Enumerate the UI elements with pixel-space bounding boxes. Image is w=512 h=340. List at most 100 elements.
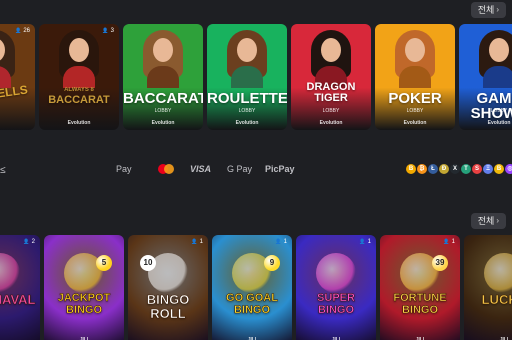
dealer-face: [321, 38, 341, 62]
game-title: ALL BELLS: [0, 82, 29, 105]
player-count: 👤 3: [102, 28, 114, 34]
game-card[interactable]: ROULETTE LOBBY Evolution: [207, 24, 287, 130]
user-icon: 👤: [15, 28, 22, 34]
player-count-value: 26: [23, 28, 30, 34]
dealer-outfit: [483, 66, 512, 88]
dealer-outfit: [63, 66, 95, 88]
game-title: SUPER BINGO: [317, 292, 355, 316]
crypto-coin-icon: Ł: [428, 164, 438, 174]
game-artwork: [316, 253, 356, 293]
user-icon: 👤: [275, 239, 282, 245]
user-icon: 👤: [443, 239, 450, 245]
game-title: BACCARAT: [48, 94, 110, 106]
game-title: BINGO ROLL: [146, 292, 190, 321]
user-icon: 👤: [359, 239, 366, 245]
game-title: DRAGON TIGER: [306, 81, 356, 104]
game-card[interactable]: BACCARAT LOBBY Evolution: [123, 24, 203, 130]
dealer-outfit: [147, 66, 179, 88]
game-card[interactable]: LUCKYJILI: [464, 235, 512, 340]
crypto-coin-icon: B: [494, 164, 504, 174]
game-card[interactable]: POKER LOBBY Evolution: [375, 24, 455, 130]
see-all-live-button[interactable]: 전체 ›: [470, 2, 506, 18]
game-card[interactable]: 👤 1 39 FORTUNE BINGO JILI: [380, 235, 460, 340]
game-title: JACKPOT BINGO: [57, 292, 111, 316]
game-subtitle: LOBBY: [490, 108, 508, 114]
bingo-ball: 39: [432, 255, 448, 271]
game-subtitle: LOBBY: [154, 108, 172, 114]
crypto-coin-icon: X: [450, 164, 460, 174]
game-card[interactable]: 👤 1 9 GO GOAL BINGO JILI: [212, 235, 292, 340]
visa-logo: VISA: [190, 164, 211, 174]
chevron-right-icon: ›: [496, 216, 499, 225]
game-title: BACCARAT: [123, 90, 203, 107]
game-artwork: [484, 253, 512, 293]
crypto-coin-icon: S: [472, 164, 482, 174]
game-card[interactable]: 👤2 CARNAVAL: [0, 235, 40, 340]
player-count: 👤 2: [23, 239, 35, 245]
game-card[interactable]: 👤 1 SUPER BINGO JILI: [296, 235, 376, 340]
bingo-ball: 9: [264, 255, 280, 271]
dealer-outfit: [231, 66, 263, 88]
dealer-face: [153, 38, 173, 62]
provider-logo: Evolution: [403, 120, 427, 126]
crypto-coin-icon: Ð: [439, 164, 449, 174]
dealer-portrait: [59, 30, 99, 88]
game-subtitle: LOBBY: [238, 108, 256, 114]
live-casino-carousel: 👤26ALL BELLS👤3ALWAYS 8BACCARATEvolutionB…: [0, 24, 512, 130]
game-title: CARNAVAL: [0, 292, 36, 307]
user-icon: 👤: [23, 239, 30, 245]
bingo-ball: 10: [140, 255, 156, 271]
player-count-value: 1: [283, 239, 287, 245]
chevron-right-icon: ›: [496, 5, 499, 14]
google-pay-label: G Pay: [227, 164, 253, 174]
game-subtitle: ALWAYS 8: [64, 87, 94, 93]
game-card[interactable]: GAME SHOWSLOBBY Evolution: [459, 24, 512, 130]
dealer-portrait: [0, 30, 15, 88]
see-all-bingo-button[interactable]: 전체 ›: [470, 213, 506, 229]
dealer-face: [489, 38, 509, 62]
game-subtitle: LOBBY: [322, 108, 340, 114]
game-card[interactable]: 👤 1 10 BINGO ROLL: [128, 235, 208, 340]
player-count-value: 1: [367, 239, 371, 245]
dealer-face: [69, 38, 89, 62]
dealer-portrait: [227, 30, 267, 88]
apple-pay-logo: Pay: [114, 164, 132, 174]
player-count-value: 2: [31, 239, 35, 245]
provider-logo: Evolution: [151, 120, 175, 126]
crypto-coin-icon: ◎: [505, 164, 512, 174]
player-count-value: 1: [451, 239, 455, 245]
google-pay-logo: G Pay: [227, 164, 252, 174]
game-card[interactable]: 👤26 ALL BELLS: [0, 24, 35, 130]
game-card[interactable]: DRAGON TIGER LOBBY Evolution: [291, 24, 371, 130]
player-count: 👤 1: [275, 239, 287, 245]
game-title: GAME SHOWS: [470, 90, 512, 122]
provider-logo: Evolution: [67, 120, 91, 126]
player-count-value: 1: [199, 239, 203, 245]
see-all-label: 전체: [477, 216, 495, 226]
game-title: ROULETTE: [207, 90, 287, 107]
provider-logo: Evolution: [319, 120, 343, 126]
user-icon: 👤: [191, 239, 198, 245]
dealer-face: [405, 38, 425, 62]
player-count-value: 3: [110, 28, 114, 34]
see-all-label: 전체: [477, 5, 495, 15]
dealer-portrait: [311, 30, 351, 88]
game-title: GO GOAL BINGO: [226, 292, 278, 316]
crypto-coin-icon: B: [406, 164, 416, 174]
mastercard-icon: [158, 164, 174, 174]
game-artwork: [0, 253, 20, 293]
provider-logo: Evolution: [235, 120, 259, 126]
dealer-outfit: [399, 66, 431, 88]
player-count: 👤 1: [443, 239, 455, 245]
game-subtitle: LOBBY: [406, 108, 424, 114]
player-count: 👤 1: [359, 239, 371, 245]
crypto-icons: B₿ŁÐXTSΞB◎T: [406, 164, 512, 174]
dealer-portrait: [395, 30, 435, 88]
game-card[interactable]: 5 JACKPOT BINGO JILI: [44, 235, 124, 340]
user-icon: 👤: [102, 28, 109, 34]
crypto-coin-icon: ₿: [417, 164, 427, 174]
game-title: POKER: [388, 90, 442, 107]
picpay-label: PicPay: [265, 164, 295, 174]
player-count: 👤 26: [15, 28, 30, 34]
game-card[interactable]: 👤 3 ALWAYS 8 BACCARAT Evolution: [39, 24, 119, 130]
